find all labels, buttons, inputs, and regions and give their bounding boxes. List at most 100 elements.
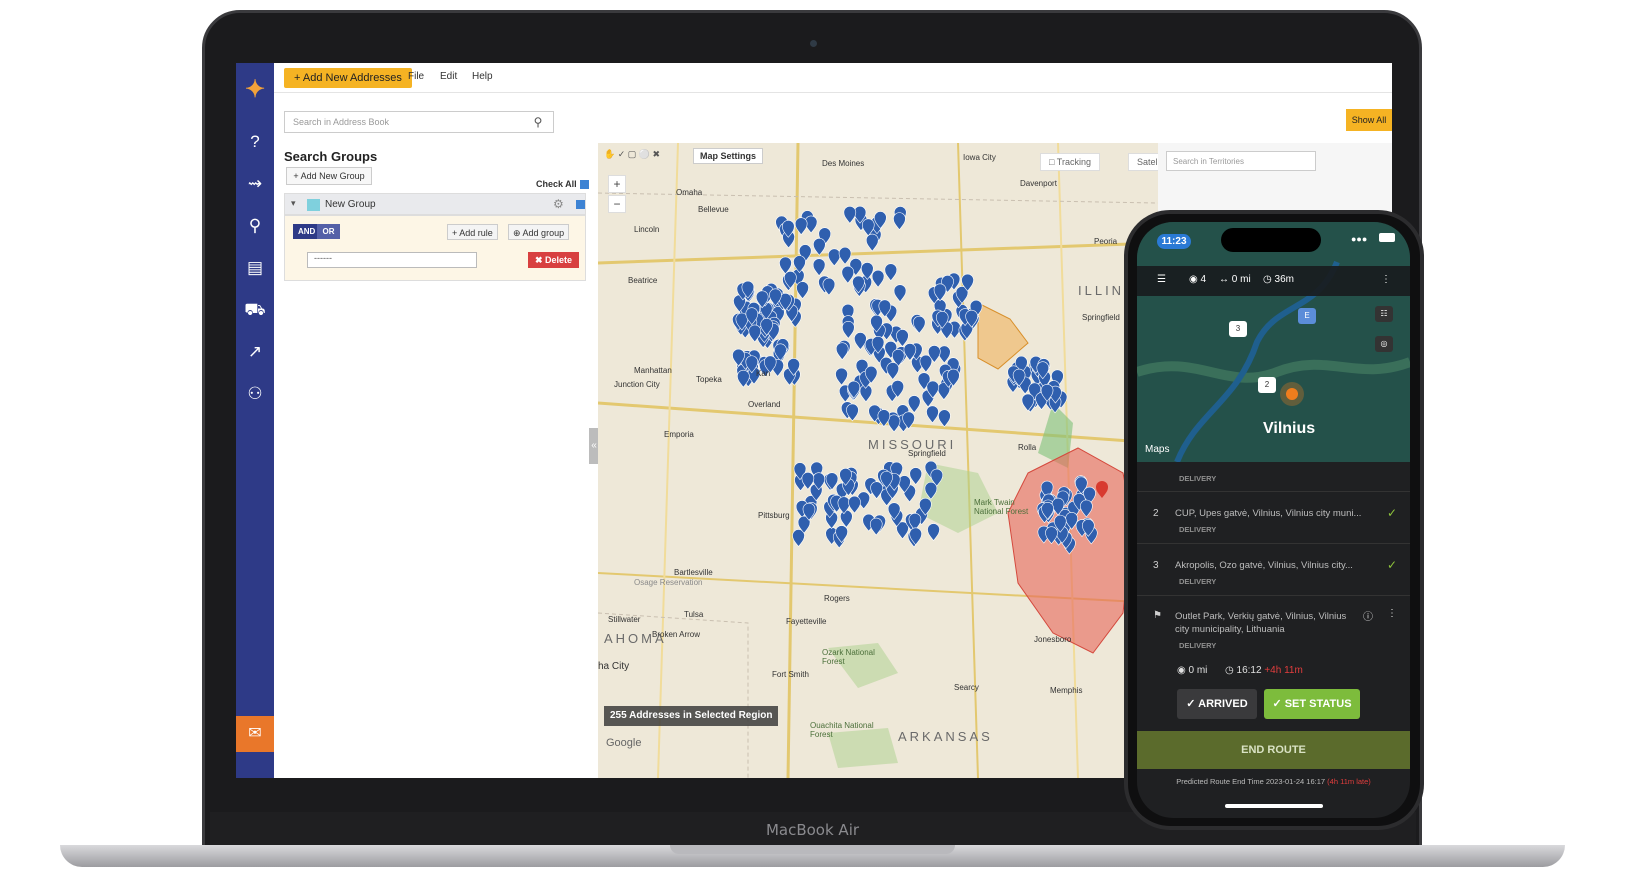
chat-icon[interactable]: ✉ bbox=[236, 716, 274, 752]
address-pins[interactable] bbox=[598, 143, 1158, 778]
caret-down-icon[interactable]: ▾ bbox=[291, 198, 296, 209]
set-status-label: SET STATUS bbox=[1284, 698, 1352, 710]
analytics-icon[interactable]: ↗ bbox=[242, 341, 268, 363]
address-pin[interactable] bbox=[840, 509, 853, 528]
address-pin[interactable] bbox=[871, 269, 885, 288]
add-new-addresses-button[interactable]: + Add New Addresses bbox=[284, 68, 412, 88]
address-pin[interactable] bbox=[865, 233, 879, 252]
address-pin[interactable] bbox=[877, 409, 891, 427]
address-pin[interactable] bbox=[835, 342, 849, 361]
vehicles-icon[interactable]: ⛟ bbox=[242, 299, 268, 321]
address-pin[interactable] bbox=[792, 529, 805, 547]
city-label: Junction City bbox=[614, 380, 660, 389]
address-pin[interactable] bbox=[843, 205, 857, 224]
address-pin[interactable] bbox=[912, 315, 926, 334]
check-all-toggle[interactable]: Check All bbox=[536, 179, 589, 190]
address-pin[interactable] bbox=[938, 409, 951, 428]
list-item[interactable]: DELIVERY bbox=[1137, 462, 1410, 492]
address-pin[interactable] bbox=[846, 403, 859, 422]
add-group-rule-button[interactable]: ⊕ Add group bbox=[508, 224, 570, 240]
more-icon[interactable]: ⋮ bbox=[1387, 608, 1397, 619]
cart-icon[interactable]: ⚲ bbox=[242, 215, 268, 237]
layers-icon[interactable]: ☷ bbox=[1375, 306, 1393, 322]
address-pin[interactable] bbox=[926, 405, 939, 424]
address-book-search-input[interactable]: Search in Address Book bbox=[284, 111, 554, 133]
and-or-toggle[interactable]: AND OR bbox=[293, 224, 340, 239]
routes-icon[interactable]: ⇝ bbox=[242, 173, 268, 195]
phone-map[interactable]: 11:23 ●●● ☰ ◉ 4 ↔ 0 mi ◷ 36m ⋮ 3 2 E ☷ ◎… bbox=[1137, 222, 1410, 462]
map-settings-button[interactable]: Map Settings bbox=[693, 148, 764, 164]
address-pin[interactable] bbox=[893, 212, 906, 231]
delivery-tag: DELIVERY bbox=[1179, 577, 1217, 586]
address-pin[interactable] bbox=[924, 481, 938, 500]
address-pin[interactable] bbox=[827, 248, 841, 267]
group-row[interactable]: ▾ New Group ⚙ bbox=[284, 193, 586, 215]
orders-icon[interactable]: ▤ bbox=[242, 257, 268, 279]
forest-label: Ouachita National Forest bbox=[810, 721, 874, 739]
tracking-tab[interactable]: □ Tracking bbox=[1040, 153, 1100, 171]
locate-icon[interactable]: ◎ bbox=[1375, 336, 1393, 352]
predicted-end-time: Predicted Route End Time 2023-01-24 16:1… bbox=[1137, 777, 1410, 786]
and-option[interactable]: AND bbox=[298, 227, 315, 236]
list-item[interactable]: 3 Akropolis, Ozo gatvė, Vilnius, Vilnius… bbox=[1137, 544, 1410, 596]
info-icon[interactable]: ⓘ bbox=[1363, 608, 1373, 623]
address-pin[interactable] bbox=[884, 263, 898, 282]
menu-edit[interactable]: Edit bbox=[440, 71, 457, 82]
map-draw-tools[interactable]: ✋ ✓ ▢ ⚪ ✖ bbox=[604, 149, 660, 165]
show-all-button[interactable]: Show All bbox=[1346, 109, 1392, 131]
menu-icon[interactable]: ☰ bbox=[1157, 274, 1166, 285]
map-stop-marker[interactable]: E bbox=[1298, 308, 1316, 324]
map-stop-marker[interactable]: 3 bbox=[1229, 321, 1247, 337]
end-route-button[interactable]: END ROUTE bbox=[1137, 731, 1410, 769]
address-pin[interactable] bbox=[886, 362, 900, 380]
team-icon[interactable]: ⚇ bbox=[242, 383, 268, 405]
address-pin[interactable] bbox=[848, 495, 861, 514]
reservation-label: Osage Reservation bbox=[634, 578, 703, 587]
address-pin[interactable] bbox=[1080, 499, 1093, 518]
address-pin[interactable] bbox=[796, 281, 809, 300]
or-option[interactable]: OR bbox=[317, 224, 340, 239]
help-icon[interactable]: ? bbox=[242, 131, 268, 153]
address-pin[interactable] bbox=[813, 238, 826, 256]
address-pin[interactable] bbox=[893, 284, 907, 303]
satellite-tab[interactable]: Satellite bbox=[1128, 153, 1158, 171]
app-logo[interactable]: ✦ bbox=[240, 75, 270, 103]
city-label: Stillwater bbox=[608, 615, 641, 624]
check-all-checkbox[interactable] bbox=[579, 180, 589, 190]
search-icon[interactable]: ⚲ bbox=[527, 111, 549, 133]
zoom-out-button[interactable]: − bbox=[608, 195, 626, 213]
address-pin[interactable] bbox=[842, 320, 855, 339]
tracking-label: Tracking bbox=[1056, 157, 1091, 167]
delete-button[interactable]: ✖ Delete bbox=[528, 252, 579, 268]
rule-select[interactable]: ------ bbox=[307, 252, 477, 268]
set-status-button[interactable]: ✓ SET STATUS bbox=[1264, 689, 1360, 719]
arrived-button[interactable]: ✓ ARRIVED bbox=[1177, 689, 1257, 719]
address-pin[interactable] bbox=[835, 367, 848, 386]
address-pin[interactable] bbox=[838, 246, 852, 265]
address-pin[interactable] bbox=[841, 265, 855, 284]
add-rule-button[interactable]: + Add rule bbox=[447, 224, 498, 240]
address-pin[interactable] bbox=[907, 395, 921, 414]
stops-count: ◉ 4 bbox=[1189, 274, 1207, 285]
selected-address-pin[interactable] bbox=[1096, 481, 1108, 498]
gear-icon[interactable]: ⚙ bbox=[553, 197, 564, 211]
address-pin[interactable] bbox=[812, 258, 826, 277]
address-pin[interactable] bbox=[794, 217, 808, 236]
menu-help[interactable]: Help bbox=[472, 71, 493, 82]
add-new-group-button[interactable]: + Add New Group bbox=[286, 167, 372, 185]
map-stop-marker[interactable]: 2 bbox=[1258, 377, 1276, 393]
address-pin[interactable] bbox=[896, 329, 909, 347]
zoom-in-button[interactable]: + bbox=[608, 175, 626, 193]
stop-address: Outlet Park, Verkių gatvė, Vilnius, Viln… bbox=[1175, 611, 1347, 635]
address-pin[interactable] bbox=[927, 523, 940, 542]
menu-file[interactable]: File bbox=[408, 71, 424, 82]
group-checkbox[interactable] bbox=[576, 200, 585, 209]
territories-search-input[interactable]: Search in Territories bbox=[1166, 151, 1316, 171]
group-color-swatch[interactable] bbox=[307, 199, 320, 211]
territory-map[interactable]: ✋ ✓ ▢ ⚪ ✖ Map Settings + − □ Tracking Sa… bbox=[598, 143, 1158, 778]
address-pin[interactable] bbox=[909, 467, 923, 486]
list-item[interactable]: 2 CUP, Upes gatvė, Vilnius, Vilnius city… bbox=[1137, 492, 1410, 544]
address-pin[interactable] bbox=[919, 354, 933, 373]
more-icon[interactable]: ⋮ bbox=[1381, 274, 1391, 285]
address-pin[interactable] bbox=[869, 517, 883, 536]
